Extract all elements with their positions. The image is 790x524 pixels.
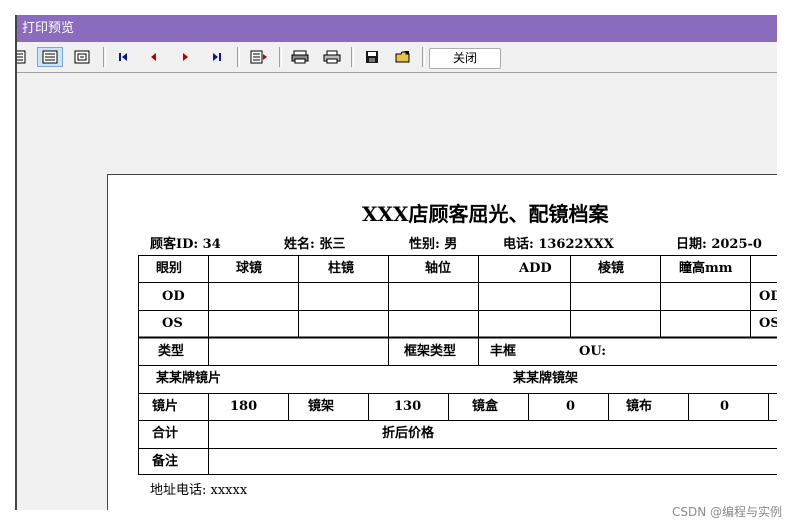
- frame-brand: 某某牌镜架: [513, 371, 579, 386]
- window-title: 打印预览: [22, 21, 75, 36]
- cloth-price-label: 镜布: [626, 399, 653, 414]
- row-os-label: OS: [162, 316, 183, 331]
- toolbar: 关闭: [17, 42, 777, 73]
- type-label: 类型: [158, 344, 185, 359]
- frame-price-label: 镜架: [308, 399, 335, 414]
- lens-price-value: 180: [230, 399, 258, 414]
- row-os-label-right: OS: [759, 316, 777, 331]
- toolbar-separator: [237, 47, 240, 67]
- frame-type-value: 丰框: [490, 344, 517, 359]
- one-page-icon[interactable]: [17, 47, 33, 67]
- customer-gender: 性别: 男: [409, 237, 458, 252]
- frame-price-value: 130: [394, 399, 422, 414]
- customer-id: 顾客ID: 34: [150, 237, 221, 252]
- box-price-label: 镜盒: [472, 399, 499, 414]
- row-od-label-right: OD: [759, 289, 777, 304]
- header-axis: 轴位: [425, 261, 452, 276]
- report-page: XXX店顾客屈光、配镜档案 顾客ID: 34 姓名: 张三 性别: 男 电话: …: [107, 174, 777, 510]
- header-cylinder: 柱镜: [328, 261, 355, 276]
- close-button[interactable]: 关闭: [429, 48, 501, 69]
- preview-area[interactable]: XXX店顾客屈光、配镜档案 顾客ID: 34 姓名: 张三 性别: 男 电话: …: [17, 73, 777, 510]
- prescription-table: 眼别 球镜 柱镜 轴位 ADD 棱镜 瞳高mm OD OD OS OS 类型 框…: [138, 255, 777, 475]
- first-page-icon[interactable]: [110, 47, 136, 67]
- frame-type-label: 框架类型: [404, 344, 457, 359]
- save-icon[interactable]: [359, 47, 385, 67]
- whole-page-icon[interactable]: [37, 47, 63, 67]
- print-preview-window: 打印预览 关闭 XXX店顾客屈光、配镜档案 顾客ID: 34 姓名: 张三 性别…: [15, 15, 777, 510]
- goto-page-icon[interactable]: [246, 47, 272, 67]
- lens-brand: 某某牌镜片: [156, 371, 222, 386]
- record-date: 日期: 2025-0: [676, 237, 762, 252]
- report-title: XXX店顾客屈光、配镜档案: [362, 202, 609, 226]
- cloth-price-value: 0: [720, 399, 730, 414]
- open-icon[interactable]: [390, 47, 416, 67]
- total-label: 合计: [152, 426, 179, 441]
- discount-price-label: 折后价格: [382, 426, 435, 441]
- address-phone: 地址电话: xxxxx: [150, 483, 248, 498]
- print-icon[interactable]: [319, 47, 345, 67]
- customer-name: 姓名: 张三: [284, 237, 346, 252]
- table-grid-lines: [138, 255, 777, 475]
- print-setup-icon[interactable]: [287, 47, 313, 67]
- toolbar-separator: [279, 47, 282, 67]
- header-sphere: 球镜: [236, 261, 263, 276]
- toolbar-separator: [351, 47, 354, 67]
- row-od-label: OD: [162, 289, 185, 304]
- title-bar: 打印预览: [17, 15, 777, 42]
- prev-page-icon[interactable]: [141, 47, 167, 67]
- customer-phone: 电话: 13622XXX: [503, 237, 614, 252]
- lens-price-label: 镜片: [152, 399, 179, 414]
- header-prism: 棱镜: [598, 261, 625, 276]
- ou-label: OU:: [579, 344, 606, 359]
- box-price-value: 0: [566, 399, 576, 414]
- next-page-icon[interactable]: [172, 47, 198, 67]
- header-pupil-height: 瞳高mm: [679, 261, 733, 276]
- header-add: ADD: [519, 261, 552, 276]
- watermark: CSDN @编程与实例: [671, 505, 782, 519]
- toolbar-separator: [103, 47, 106, 67]
- zoom-page-icon[interactable]: [69, 47, 95, 67]
- remark-label: 备注: [152, 454, 179, 469]
- toolbar-separator: [422, 47, 425, 67]
- last-page-icon[interactable]: [204, 47, 230, 67]
- header-eye: 眼别: [156, 261, 183, 276]
